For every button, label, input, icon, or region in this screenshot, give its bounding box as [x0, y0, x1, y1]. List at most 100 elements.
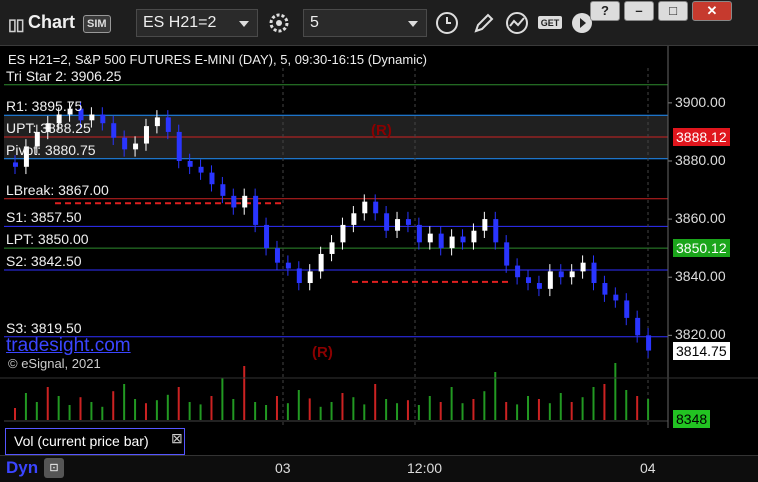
level-label-7: S2: 3842.50	[6, 252, 82, 269]
upt-price-tag: 3888.12	[673, 128, 730, 147]
svg-text:GET: GET	[541, 18, 560, 28]
candle-body-47	[526, 277, 532, 284]
volume-study-label[interactable]: Vol (current price bar)	[5, 428, 185, 455]
candle-body-56	[624, 300, 630, 318]
chart-header: ES H21=2, S&P 500 FUTURES E-MINI (DAY), …	[8, 52, 427, 67]
time-axis-bar: Dyn ⊡ 03 12:00 04	[0, 455, 758, 482]
candle-body-12	[143, 126, 149, 144]
interval-dropdown[interactable]: 5	[303, 9, 427, 37]
candle-body-16	[187, 160, 193, 167]
candle-body-20	[231, 195, 237, 208]
candle-body-32	[362, 201, 368, 214]
chevron-down-icon	[408, 21, 418, 27]
candle-body-25	[285, 262, 291, 269]
price-chart[interactable]	[0, 46, 758, 482]
level-label-2: UPT: 3888.25	[6, 120, 91, 136]
lock-icon[interactable]: ⊡	[44, 458, 64, 478]
lpt-price-tag: 3850.12	[673, 238, 730, 257]
time-axis-label-2: 04	[640, 460, 656, 476]
price-axis-label-1: 3880.00	[675, 151, 726, 168]
candle-body-48	[536, 283, 542, 289]
level-label-8: S3: 3819.50	[6, 319, 82, 336]
close-button[interactable]: ✕	[692, 1, 732, 21]
candle-body-55	[613, 294, 619, 301]
candle-body-35	[395, 219, 401, 231]
candle-body-26	[296, 268, 302, 284]
volume-tag: 8348	[673, 410, 711, 428]
symbol-dropdown[interactable]: ES H21=2	[136, 9, 258, 37]
candle-body-19	[220, 184, 226, 196]
candle-body-22	[253, 195, 259, 225]
level-label-0: Tri Star 2: 3906.25	[6, 67, 122, 84]
clock-icon[interactable]	[433, 9, 461, 37]
candle-body-53	[591, 262, 597, 284]
last-price-tag: 3814.75	[673, 341, 730, 360]
chevron-down-icon	[239, 21, 249, 27]
candle-body-33	[373, 201, 379, 214]
candle-body-17	[198, 166, 204, 173]
candle-body-52	[580, 262, 586, 272]
candle-body-23	[264, 224, 270, 249]
candle-body-51	[569, 271, 575, 278]
candle-body-44	[493, 219, 499, 243]
candle-body-57	[635, 317, 641, 336]
price-axis-label-4: 3820.00	[675, 326, 726, 343]
study-indicator-icon[interactable]	[503, 9, 531, 37]
candle-body-9	[111, 123, 117, 138]
candle-body-30	[340, 224, 346, 243]
level-label-4: LBreak: 3867.00	[6, 181, 109, 198]
app-title: Chart	[28, 12, 76, 32]
candle-body-49	[547, 271, 553, 289]
candle-body-36	[405, 219, 411, 225]
dyn-label[interactable]: Dyn	[6, 458, 38, 478]
candle-body-0	[13, 162, 18, 167]
candle-body-28	[318, 253, 324, 272]
candle-body-40	[449, 236, 455, 249]
candle-body-43	[482, 219, 488, 231]
candle-body-14	[165, 117, 171, 132]
candle-body-58	[646, 335, 652, 351]
candle-body-18	[209, 172, 215, 185]
symbol-value: ES H21=2	[143, 14, 217, 31]
candle-body-21	[242, 195, 248, 208]
minimize-button[interactable]: –	[624, 1, 654, 21]
candle-body-29	[329, 242, 335, 254]
candle-body-11	[133, 143, 139, 150]
candle-body-8	[100, 114, 106, 124]
candle-body-45	[504, 242, 510, 266]
toolbar: ▯▯ Chart SIM ES H21=2 5 GET ? – □ ✕	[0, 0, 758, 46]
candle-body-13	[154, 117, 160, 127]
window-controls: ? – □ ✕	[590, 1, 732, 23]
sim-badge[interactable]: SIM	[83, 15, 111, 33]
chart-app-icon: ▯▯	[8, 17, 25, 34]
level-label-3: Pivot: 3880.75	[6, 141, 96, 158]
candle-body-54	[602, 283, 608, 295]
candle-body-15	[176, 131, 182, 161]
close-study-icon[interactable]: ⊠	[171, 430, 183, 447]
maximize-button[interactable]: □	[658, 1, 688, 21]
pencil-draw-icon[interactable]	[470, 9, 498, 37]
watermark-text: tradesight.com	[6, 335, 131, 356]
candle-body-27	[307, 271, 313, 284]
candle-body-37	[416, 224, 422, 243]
copyright-text: © eSignal, 2021	[8, 356, 101, 371]
candle-body-38	[427, 233, 433, 243]
price-axis-label-3: 3840.00	[675, 268, 726, 285]
time-axis-label-1: 12:00	[407, 460, 443, 476]
level-label-6: LPT: 3850.00	[6, 231, 89, 248]
r-marker-bottom: (R)	[312, 344, 333, 361]
price-axis-label-0: 3900.00	[675, 93, 726, 110]
chart-area[interactable]: ES H21=2, S&P 500 FUTURES E-MINI (DAY), …	[0, 46, 758, 482]
get-data-icon[interactable]: GET	[536, 9, 564, 37]
level-label-1: R1: 3895.75	[6, 98, 83, 115]
help-button[interactable]: ?	[590, 1, 620, 21]
candle-body-31	[351, 213, 357, 225]
interval-value: 5	[310, 14, 319, 31]
candle-body-46	[515, 265, 521, 278]
r-marker-top: (R)	[371, 122, 392, 139]
candle-body-39	[438, 233, 444, 249]
time-axis-label-0: 03	[275, 460, 291, 476]
settings-gear-icon[interactable]	[265, 9, 293, 37]
price-axis-label-2: 3860.00	[675, 210, 726, 227]
candle-body-10	[122, 137, 128, 150]
